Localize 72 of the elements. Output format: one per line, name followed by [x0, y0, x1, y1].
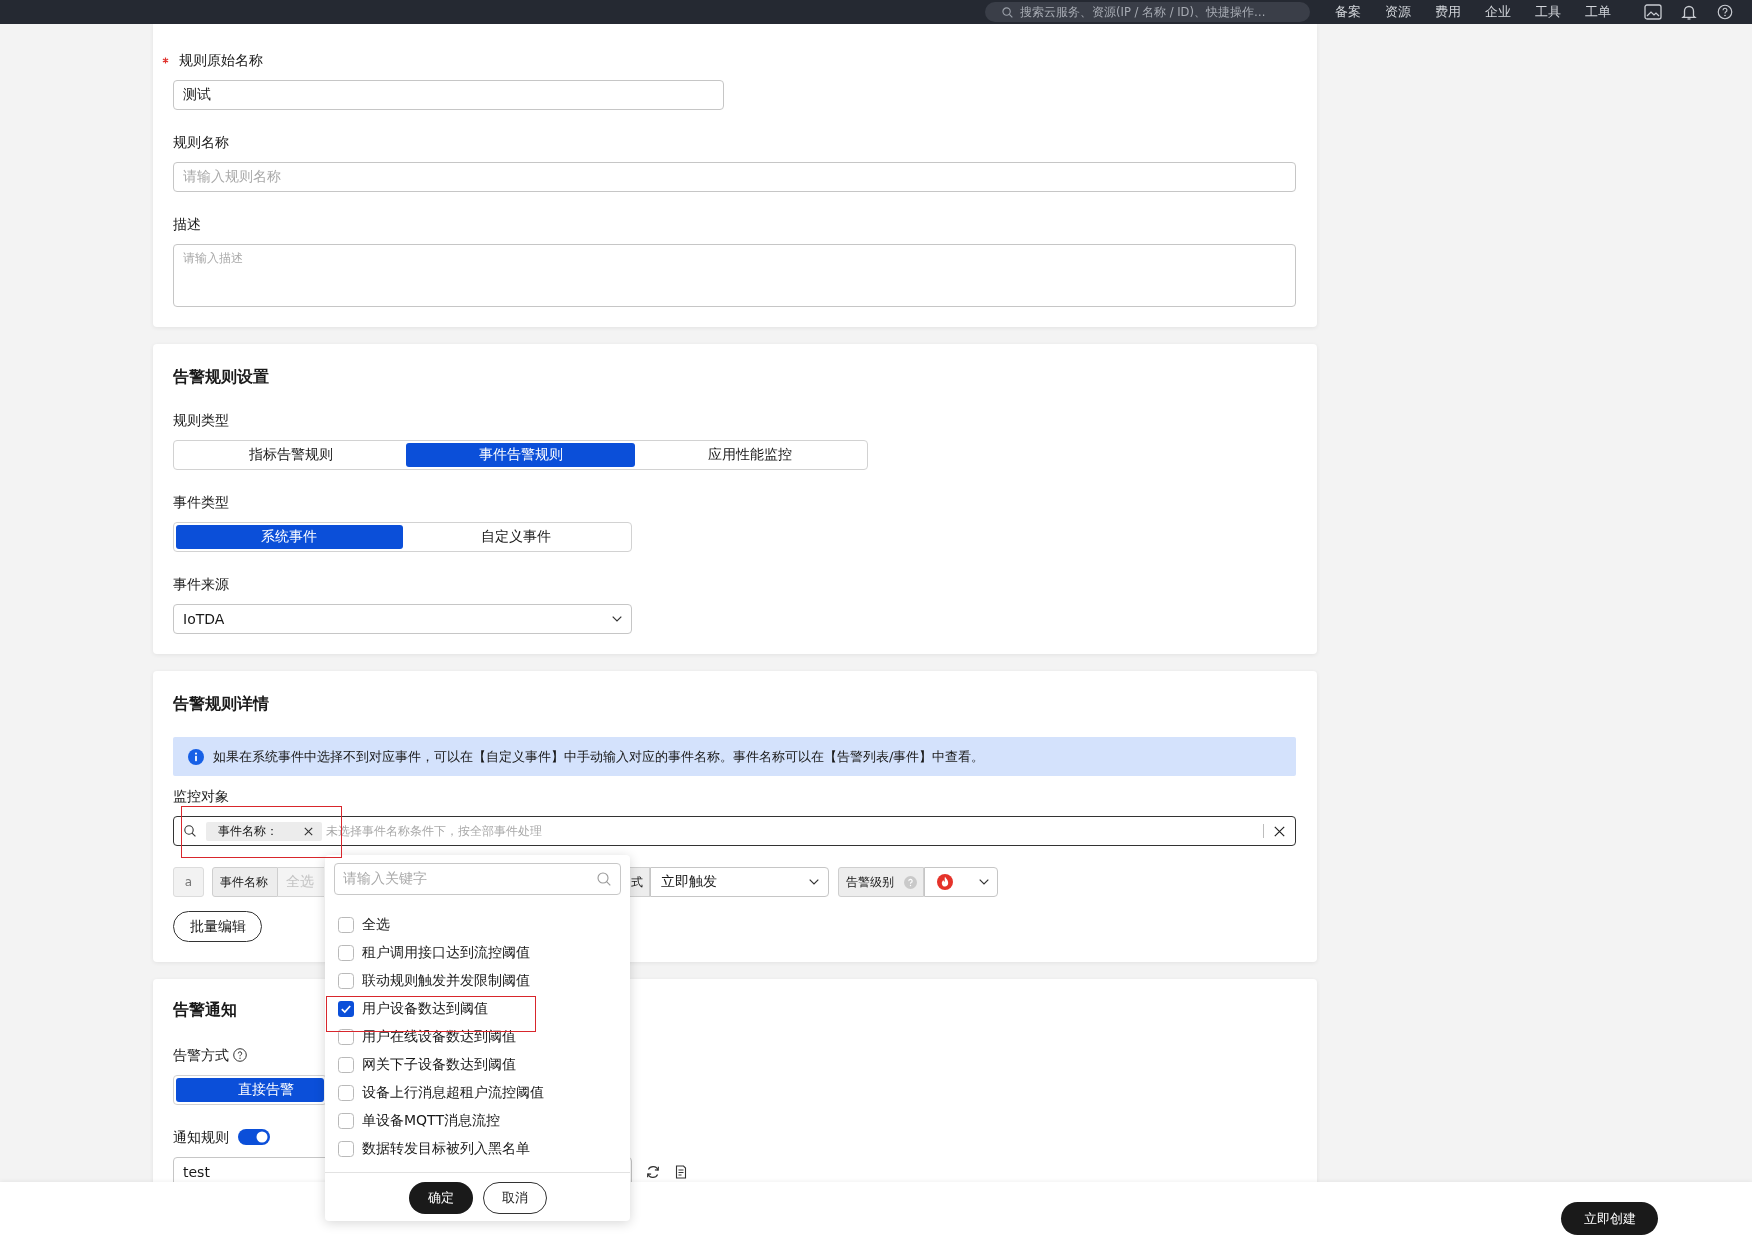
- info-icon: [188, 748, 204, 765]
- nav-menu-item[interactable]: 备案: [1335, 2, 1361, 22]
- event-option[interactable]: 租户调用接口达到流控阈值: [325, 939, 630, 967]
- checkbox[interactable]: [338, 1113, 354, 1129]
- create-button[interactable]: 立即创建: [1561, 1202, 1658, 1235]
- chevron-down-icon: [979, 879, 989, 885]
- field-label: 规则名称: [173, 133, 229, 152]
- checkbox[interactable]: [338, 945, 354, 961]
- text-input-field[interactable]: 测试: [173, 80, 724, 110]
- segment-option[interactable]: 应用性能监控: [635, 443, 865, 467]
- segment-option[interactable]: 指标告警规则: [176, 443, 406, 467]
- filter-tag[interactable]: 事件名称：: [206, 821, 322, 841]
- confirm-button[interactable]: 确定: [408, 1182, 473, 1214]
- event-option[interactable]: 单设备MQTT消息流控: [325, 1107, 630, 1135]
- segment-option[interactable]: 系统事件: [176, 525, 403, 549]
- close-icon[interactable]: [304, 826, 313, 836]
- field-label: 事件来源: [173, 575, 229, 594]
- search-icon: [1002, 6, 1013, 18]
- flame-icon: [937, 874, 953, 890]
- event-option[interactable]: 用户设备数达到阈值: [325, 995, 630, 1023]
- condition-name-chip: a: [173, 867, 204, 897]
- info-message: 如果在系统事件中选择不到对应事件，可以在【自定义事件】中手动输入对应的事件名称。事件名称可以在【告警列表/事件】中查看。: [213, 747, 985, 766]
- segment-option[interactable]: 直接告警: [176, 1078, 324, 1102]
- checkbox[interactable]: [338, 1001, 354, 1017]
- event-option[interactable]: 全选: [325, 911, 630, 939]
- section-title: 告警规则设置: [173, 366, 269, 388]
- bell-icon[interactable]: [1680, 4, 1698, 20]
- checkbox[interactable]: [338, 1141, 354, 1157]
- segment-option[interactable]: 事件告警规则: [405, 443, 636, 467]
- severity-label: 告警级别: [846, 873, 894, 891]
- toggle-switch[interactable]: [238, 1129, 270, 1145]
- field-label: 描述: [173, 215, 201, 234]
- field-label: 监控对象: [173, 787, 229, 806]
- field-label: 通知规则: [173, 1128, 229, 1147]
- nav-menu-item[interactable]: 费用: [1435, 2, 1461, 22]
- event-option[interactable]: 网关下子设备数达到阈值: [325, 1051, 630, 1079]
- nav-menu-item[interactable]: 工单: [1585, 2, 1611, 22]
- search-icon: [597, 872, 611, 886]
- checkbox[interactable]: [338, 917, 354, 933]
- section-title: 告警规则详情: [173, 693, 269, 715]
- field-label: 告警方式: [173, 1046, 229, 1065]
- section-title: 告警通知: [173, 999, 237, 1021]
- checkbox[interactable]: [338, 1085, 354, 1101]
- global-search-field[interactable]: 搜索云服务、资源(IP / 名称 / ID)、快捷操作…: [985, 2, 1310, 22]
- help-icon[interactable]: [233, 1048, 247, 1062]
- field-label: 规则原始名称: [179, 51, 263, 70]
- condition-field-label: 式: [629, 867, 650, 897]
- field-label: 规则类型: [173, 411, 229, 430]
- field-label: 事件类型: [173, 493, 229, 512]
- filter-tag-label: 事件名称：: [218, 822, 278, 840]
- nav-menu-item[interactable]: 资源: [1385, 2, 1411, 22]
- trigger-mode-select[interactable]: 立即触发: [650, 867, 829, 897]
- event-option[interactable]: 数据转发目标被列入黑名单: [325, 1135, 630, 1163]
- nav-menu-item[interactable]: 企业: [1485, 2, 1511, 22]
- checkbox[interactable]: [338, 973, 354, 989]
- search-icon: [184, 825, 196, 837]
- refresh-icon[interactable]: [646, 1165, 660, 1179]
- event-source-select[interactable]: IoTDA: [173, 604, 632, 634]
- document-icon[interactable]: [674, 1165, 688, 1179]
- segment-option[interactable]: 自定义事件: [402, 525, 629, 549]
- image-icon[interactable]: [1644, 4, 1662, 20]
- condition-field-label: 事件名称: [212, 867, 278, 897]
- event-option[interactable]: 联动规则触发并发限制阈值: [325, 967, 630, 995]
- nav-menu-item[interactable]: 工具: [1535, 2, 1561, 22]
- chevron-down-icon: [612, 616, 622, 622]
- batch-edit-button[interactable]: 批量编辑: [173, 911, 262, 942]
- chevron-down-icon: [809, 879, 819, 885]
- event-option[interactable]: 设备上行消息超租户流控阈值: [325, 1079, 630, 1107]
- severity-select[interactable]: [924, 867, 998, 897]
- cancel-button[interactable]: 取消: [482, 1182, 547, 1214]
- checkbox[interactable]: [338, 1057, 354, 1073]
- close-icon[interactable]: [1274, 825, 1285, 837]
